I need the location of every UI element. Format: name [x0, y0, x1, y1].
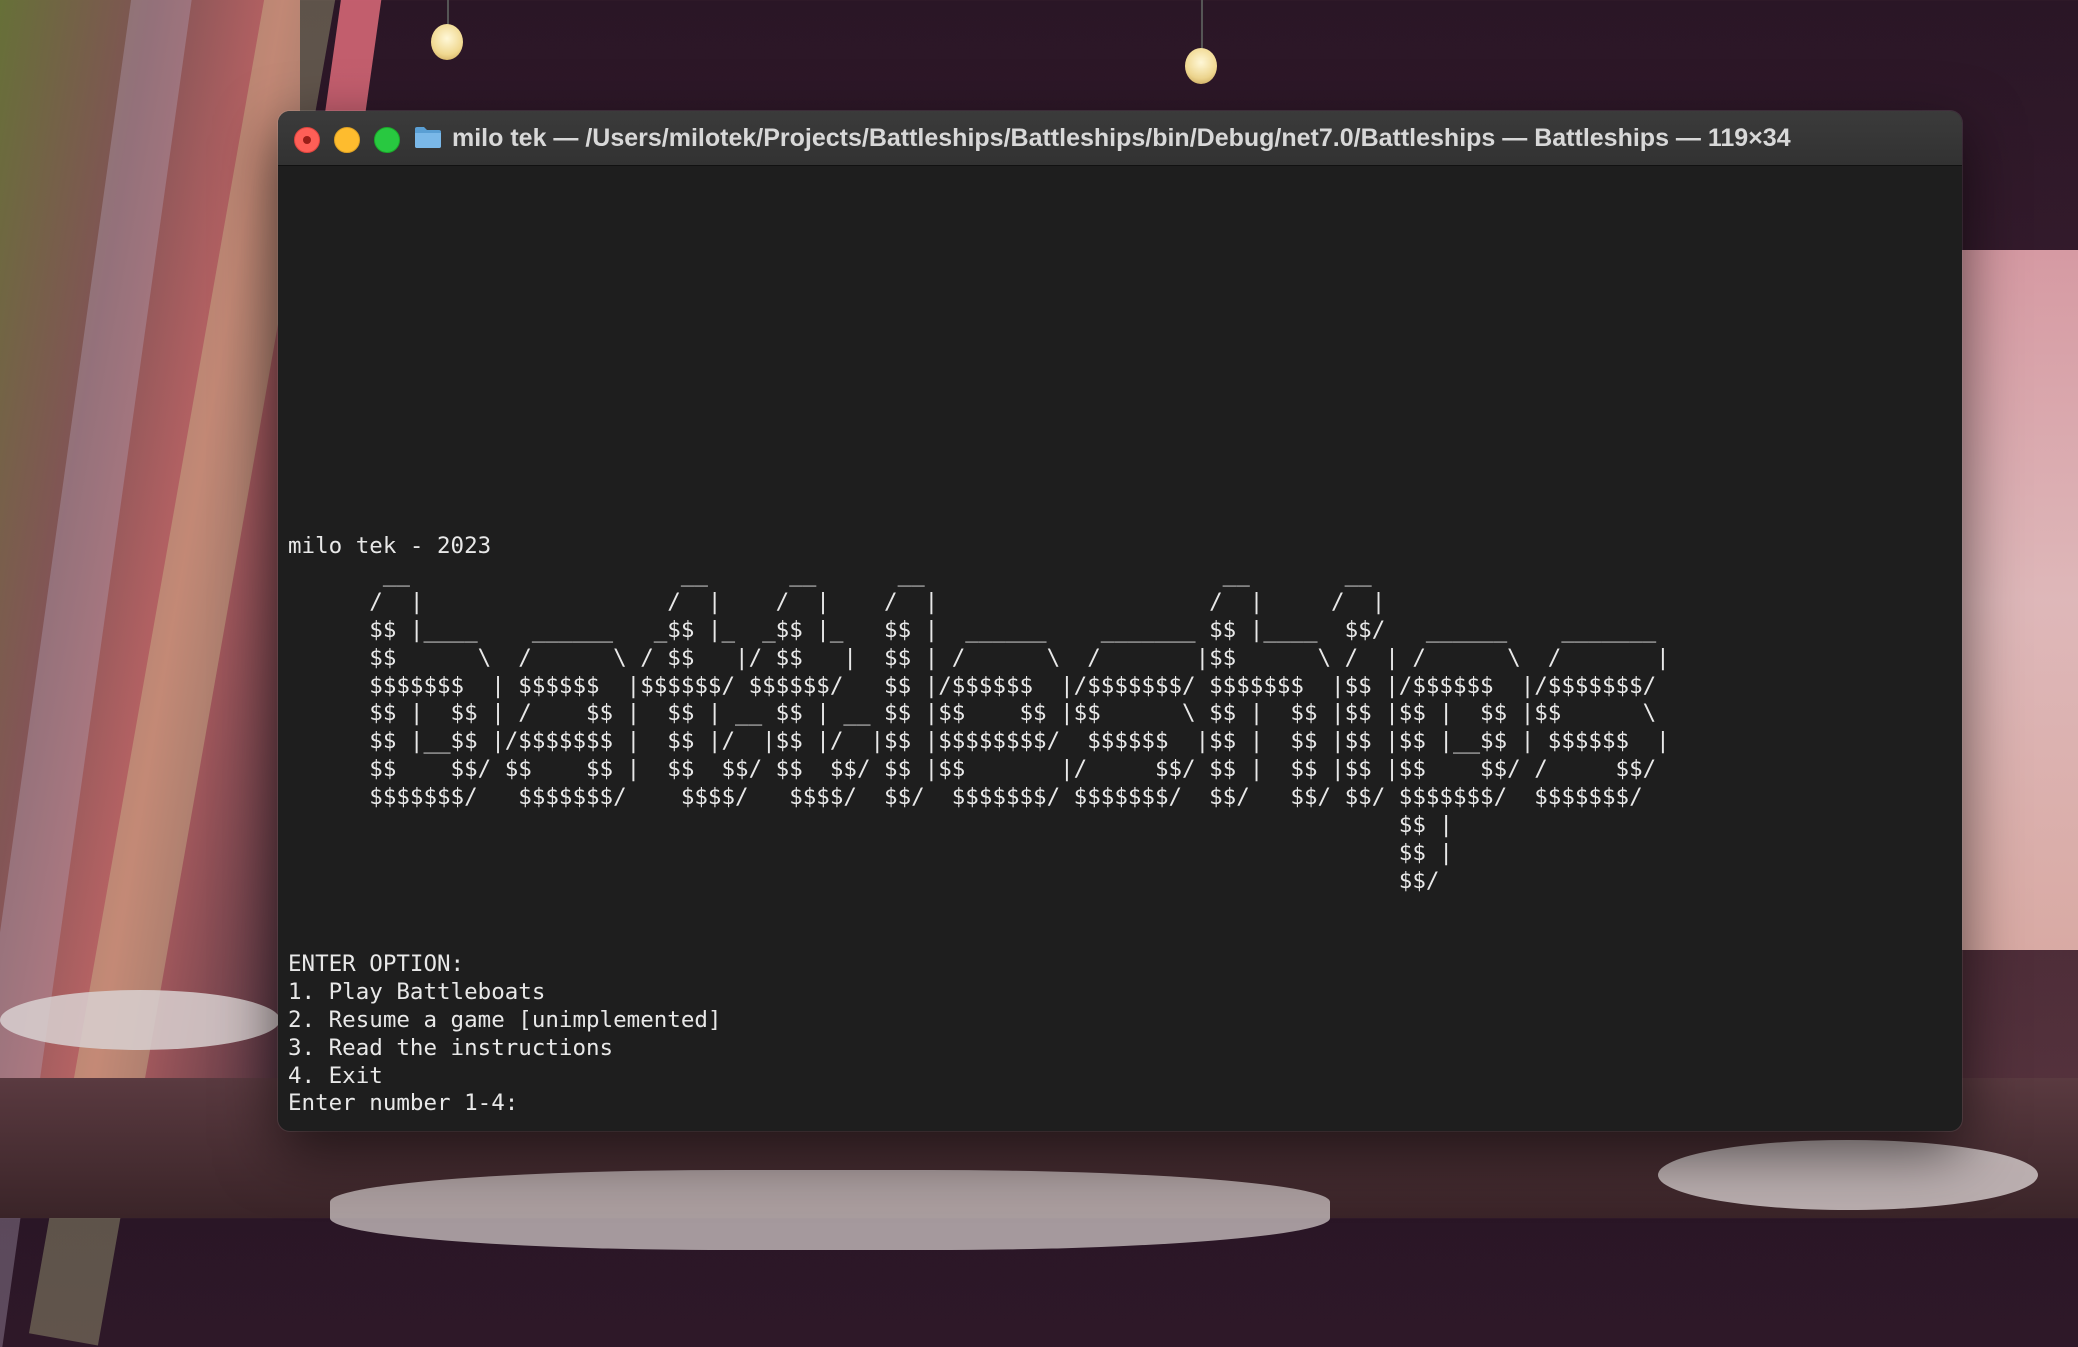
- ceiling-lamp: [431, 24, 463, 60]
- wallpaper-table: [1658, 1140, 2038, 1210]
- ascii-line: $$$$$$$/ $$$$$$$/ $$$$/ $$$$/ $$/ $$$$$$…: [288, 784, 1643, 811]
- menu-option: 2. Resume a game [unimplemented]: [288, 1006, 722, 1033]
- ascii-line: $$/: [288, 867, 1440, 894]
- input-prompt: Enter number 1-4:: [288, 1090, 519, 1117]
- ascii-line: $$$$$$$ | $$$$$$ |$$$$$$/ $$$$$$/ $$ |/$…: [288, 672, 1657, 699]
- title-bar[interactable]: milo tek — /Users/milotek/Projects/Battl…: [278, 111, 1962, 166]
- wallpaper-window: [1958, 250, 2078, 950]
- ceiling-lamp: [1185, 48, 1217, 84]
- minimize-button[interactable]: [334, 127, 360, 153]
- folder-icon: [415, 127, 441, 148]
- close-button[interactable]: [294, 127, 320, 153]
- ascii-line: $$ |: [288, 839, 1453, 866]
- ascii-line: $$ |__$$ |/$$$$$$$ | $$ |/ |$$ |/ |$$ |$…: [288, 728, 1670, 755]
- ascii-art-banner: __ __ __ __ __ __ / | / | / | / | / | / …: [288, 561, 1670, 896]
- window-title: milo tek — /Users/milotek/Projects/Battl…: [452, 124, 1791, 152]
- lamp-wire: [447, 0, 449, 26]
- ascii-line: $$ |: [288, 812, 1453, 839]
- menu: ENTER OPTION: 1. Play Battleboats 2. Res…: [288, 951, 721, 1118]
- menu-option: 1. Play Battleboats: [288, 978, 546, 1005]
- wallpaper-table: [330, 1170, 1330, 1250]
- zoom-button[interactable]: [374, 127, 400, 153]
- menu-option: 4. Exit: [288, 1062, 383, 1089]
- ascii-line: __ __ __ __ __ __: [288, 561, 1372, 587]
- close-icon: [303, 136, 311, 144]
- terminal-window[interactable]: milo tek — /Users/milotek/Projects/Battl…: [278, 111, 1962, 1131]
- ascii-line: $$ | $$ | / $$ | $$ | __ $$ | __ $$ |$$ …: [288, 700, 1657, 727]
- ascii-line: / | / | / | / | / | / |: [288, 588, 1386, 615]
- menu-option: 3. Read the instructions: [288, 1034, 614, 1061]
- ascii-line: $$ |____ ______ _$$ |_ _$$ |_ $$ | _____…: [288, 616, 1657, 643]
- ascii-line: $$ $$/ $$ $$ | $$ $$/ $$ $$/ $$ |$$ |/ $…: [288, 756, 1657, 783]
- wallpaper-table: [0, 990, 280, 1050]
- terminal-content[interactable]: milo tek - 2023 __ __ __ __ __ __ / | / …: [288, 165, 1962, 1131]
- ascii-line: $$ \ / \ / $$ |/ $$ | $$ | / \ / |$$ \ /…: [288, 644, 1670, 671]
- menu-header: ENTER OPTION:: [288, 951, 465, 977]
- lamp-wire: [1201, 0, 1203, 50]
- credit-line: milo tek - 2023: [288, 533, 492, 559]
